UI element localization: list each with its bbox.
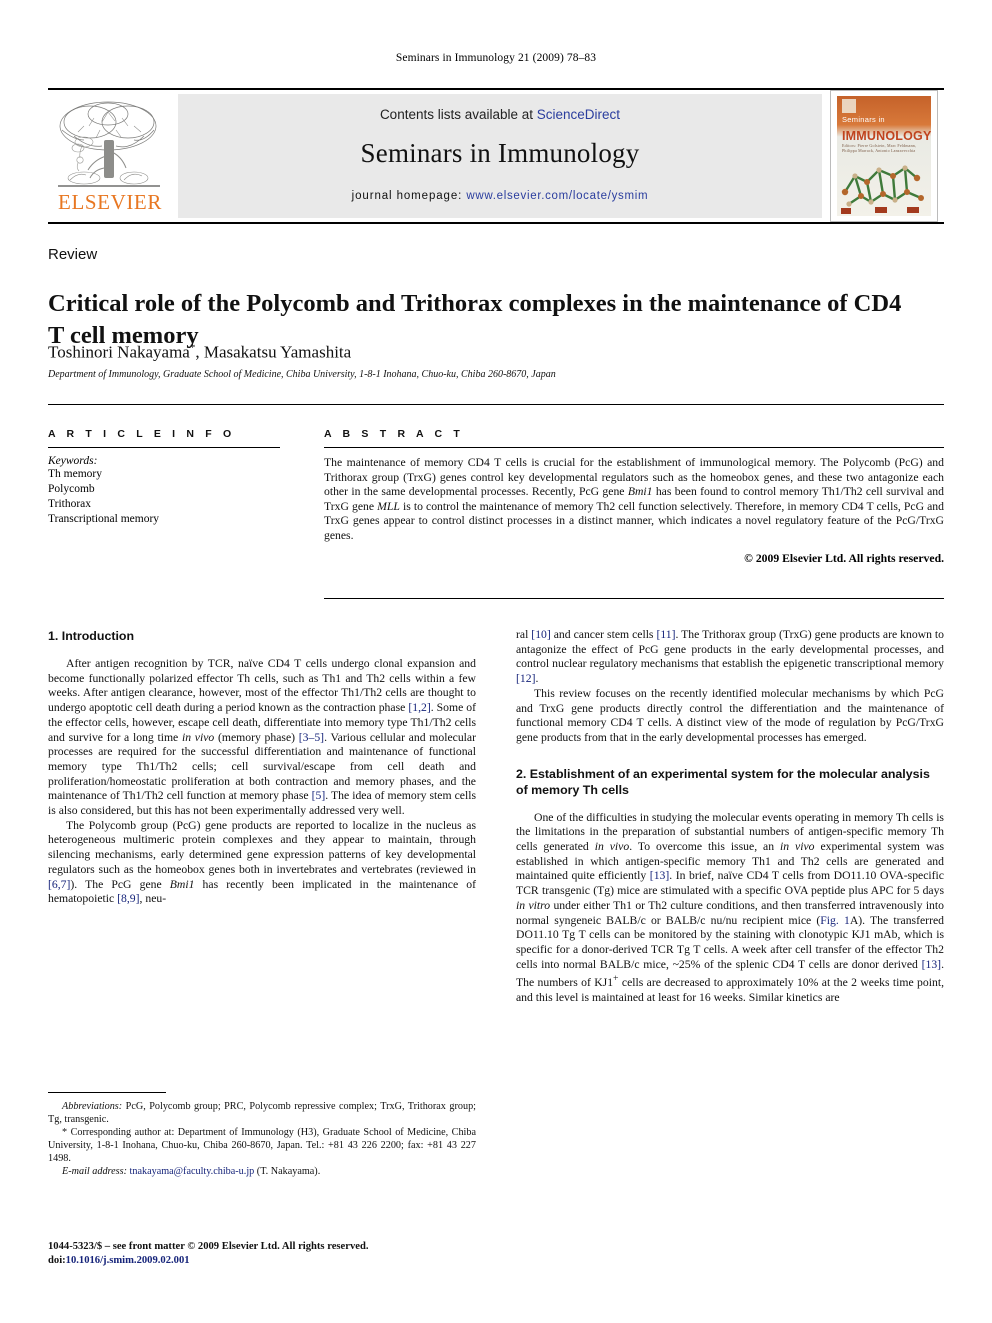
imprint-block: 1044-5323/$ – see front matter © 2009 El… (48, 1240, 568, 1267)
citation-link[interactable]: [11] (656, 628, 675, 641)
keyword-item: Th memory (48, 468, 102, 480)
citation-link[interactable]: [12] (516, 672, 535, 685)
body-column-right: ral [10] and cancer stem cells [11]. The… (516, 628, 944, 1006)
keywords-list: Th memory Polycomb Trithorax Transcripti… (48, 467, 280, 527)
footnote-corresponding-author: * Corresponding author at: Department of… (48, 1126, 476, 1165)
citation-link[interactable]: [10] (531, 628, 550, 641)
homepage-label: journal homepage: (351, 190, 463, 202)
citation-link[interactable]: [6,7] (48, 878, 70, 891)
cover-molecule-graphic (841, 165, 924, 214)
doi-line: doi:10.1016/j.smim.2009.02.001 (48, 1254, 568, 1268)
paragraph: One of the difficulties in studying the … (516, 810, 944, 1004)
keyword-item: Transcriptional memory (48, 513, 160, 525)
email-suffix: (T. Nakayama). (254, 1166, 321, 1177)
email-link[interactable]: tnakayama@faculty.chiba-u.jp (130, 1166, 255, 1177)
keywords-label: Keywords: (48, 455, 98, 467)
abstract-bottom-divider (324, 598, 944, 599)
footnote-abbreviations: Abbreviations: PcG, Polycomb group; PRC,… (48, 1100, 476, 1126)
abstract-copyright: © 2009 Elsevier Ltd. All rights reserved… (744, 551, 944, 565)
article-info-divider (48, 447, 280, 448)
cover-publisher-mark (842, 99, 856, 113)
footnote-block: Abbreviations: PcG, Polycomb group; PRC,… (48, 1100, 476, 1178)
journal-cover-thumbnail[interactable]: Seminars in IMMUNOLOGY Editors: Pierre G… (830, 90, 938, 222)
homepage-url-link[interactable]: www.elsevier.com/locate/ysmim (466, 190, 648, 202)
article-type: Review (48, 246, 98, 263)
journal-title: Seminars in Immunology (360, 138, 640, 168)
elsevier-tree-icon (58, 101, 160, 187)
email-label: E-mail address: (62, 1166, 127, 1177)
abstract-divider (324, 447, 944, 448)
body-column-left: 1. Introduction After antigen recognitio… (48, 628, 476, 907)
elsevier-wordmark: ELSEVIER (58, 190, 162, 214)
keyword-item: Polycomb (48, 483, 95, 495)
section-heading-experimental-system: 2. Establishment of an experimental syst… (516, 766, 930, 797)
cover-title-line1: Seminars in (842, 115, 885, 124)
citation-link[interactable]: [13] (650, 869, 669, 882)
section-heading-introduction: 1. Introduction (48, 629, 135, 643)
citation-link[interactable]: [1,2] (408, 701, 430, 714)
running-head: Seminars in Immunology 21 (2009) 78–83 (395, 52, 597, 64)
citation-link[interactable]: [3–5] (299, 731, 324, 744)
author-affiliation: Department of Immunology, Graduate Schoo… (48, 369, 556, 380)
corresponding-text: Corresponding author at: Department of I… (48, 1127, 476, 1164)
title-divider (48, 404, 944, 405)
sciencedirect-link[interactable]: ScienceDirect (537, 107, 620, 122)
journal-band: Contents lists available at ScienceDirec… (178, 94, 822, 218)
article-info-block: A R T I C L E I N F O Keywords: Th memor… (48, 428, 280, 527)
citation-link[interactable]: [5] (312, 789, 326, 802)
journal-homepage-line: journal homepage: www.elsevier.com/locat… (178, 190, 822, 202)
contents-prefix: Contents lists available at (379, 107, 537, 122)
cover-title-line2: IMMUNOLOGY (842, 129, 931, 143)
abstract-text: The maintenance of memory CD4 T cells is… (324, 456, 944, 542)
abstract-block: A B S T R A C T The maintenance of memor… (324, 428, 944, 565)
citation-link[interactable]: [8,9] (117, 892, 139, 905)
author-secondary: , Masakatsu Yamashita (195, 342, 352, 362)
article-info-heading: A R T I C L E I N F O (48, 428, 236, 440)
paragraph: The Polycomb group (PcG) gene products a… (48, 818, 476, 906)
figure-link[interactable]: Fig. 1 (820, 914, 850, 927)
paragraph: ral [10] and cancer stem cells [11]. The… (516, 628, 944, 686)
keyword-item: Trithorax (48, 498, 92, 510)
paragraph: This review focuses on the recently iden… (516, 686, 944, 744)
paper-page: Seminars in Immunology 21 (2009) 78–83 E… (0, 0, 992, 1323)
abbreviations-label: Abbreviations: (62, 1101, 123, 1112)
footnote-divider (48, 1092, 166, 1093)
abstract-heading: A B S T R A C T (324, 428, 464, 440)
footnote-email: E-mail address: tnakayama@faculty.chiba-… (48, 1165, 476, 1178)
paragraph: After antigen recognition by TCR, naïve … (48, 657, 477, 818)
journal-masthead: ELSEVIER Contents lists available at Sci… (48, 88, 944, 224)
issn-line: 1044-5323/$ – see front matter © 2009 El… (48, 1241, 369, 1252)
citation-link[interactable]: [13] (922, 958, 941, 971)
elsevier-logo: ELSEVIER (48, 92, 172, 220)
doi-link[interactable]: 10.1016/j.smim.2009.02.001 (66, 1255, 190, 1266)
author-primary: Toshinori Nakayama (48, 342, 190, 362)
contents-list-line: Contents lists available at ScienceDirec… (178, 107, 822, 122)
doi-label: doi: (48, 1254, 66, 1266)
author-list: Toshinori Nakayama*, Masakatsu Yamashita (48, 342, 908, 363)
